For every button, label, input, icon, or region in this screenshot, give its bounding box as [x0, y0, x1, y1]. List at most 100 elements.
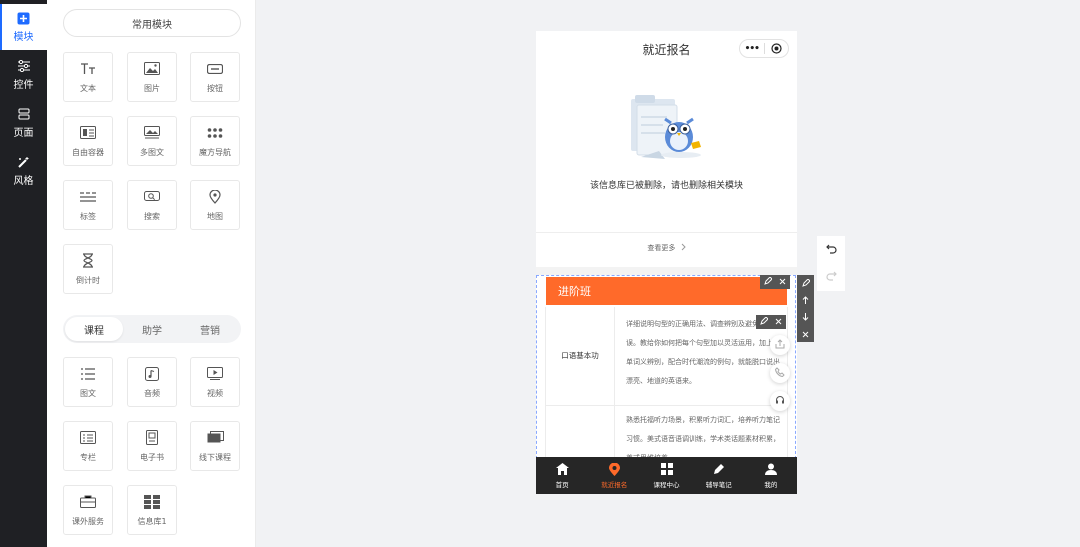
- tab-label: 首页: [555, 480, 569, 489]
- tab-nearby-signup[interactable]: 就近报名: [588, 457, 640, 494]
- close-icon[interactable]: [779, 278, 786, 287]
- phone-icon: [774, 366, 785, 380]
- course-table: 口语基本功 详细说明句型的正确用法、调查辨别及避免的错误。教给你如何把每个句型加…: [545, 307, 789, 467]
- delete-icon[interactable]: [802, 327, 809, 341]
- share-icon: [775, 338, 785, 352]
- map-pin-icon: [206, 189, 224, 205]
- history-controls: [817, 236, 845, 291]
- tile-label: 电子书: [140, 452, 164, 462]
- nav-item-modules[interactable]: 模块: [0, 4, 47, 50]
- tile-offline-course[interactable]: 线下课程: [190, 421, 240, 471]
- empty-folder-owl-icon: [631, 95, 701, 159]
- tile-label: 自由容器: [72, 147, 104, 157]
- tile-label: 多图文: [140, 147, 164, 157]
- page-title: 就近报名: [642, 42, 691, 57]
- edit-icon[interactable]: [801, 276, 811, 290]
- multi-image-text-icon: [143, 125, 161, 141]
- phone-preview: 就近报名 ••• 该信息库已被删除，请也删除相关模块 查看更多 进阶班 口语基本…: [536, 31, 797, 494]
- grid-dots-icon: [206, 125, 224, 141]
- text-icon: [79, 61, 97, 77]
- more-dots-icon[interactable]: •••: [740, 44, 764, 54]
- tile-free-container[interactable]: 自由容器: [63, 116, 113, 166]
- nav-label: 模块: [13, 32, 34, 43]
- tile-extra-service[interactable]: 课外服务: [63, 485, 113, 535]
- edit-icon[interactable]: [759, 316, 769, 327]
- database-icon: [143, 494, 161, 510]
- tab-label: 我的: [764, 480, 778, 489]
- tab-mine[interactable]: 我的: [745, 457, 797, 494]
- plus-square-icon: [17, 11, 31, 25]
- close-icon[interactable]: [775, 318, 782, 327]
- tab-course[interactable]: 课程: [65, 317, 123, 341]
- tile-ebook[interactable]: 电子书: [127, 421, 177, 471]
- tile-countdown[interactable]: 倒计时: [63, 244, 113, 294]
- tile-label-module[interactable]: 标签: [63, 180, 113, 230]
- location-icon: [608, 462, 621, 476]
- button-icon: [206, 61, 224, 77]
- tile-label: 音频: [144, 388, 160, 398]
- nav-item-style[interactable]: 风格: [0, 148, 47, 194]
- tab-course-center[interactable]: 课程中心: [640, 457, 692, 494]
- tile-label: 图片: [144, 83, 160, 93]
- tile-label: 标签: [80, 211, 96, 221]
- grid-icon: [660, 463, 673, 476]
- offline-course-icon: [206, 430, 224, 446]
- video-icon: [206, 366, 224, 382]
- support-button[interactable]: [770, 391, 790, 411]
- move-up-icon[interactable]: [802, 293, 809, 307]
- cell-toolbar: [756, 315, 786, 329]
- pages-icon: [17, 107, 31, 121]
- nav-label: 控件: [13, 80, 34, 91]
- tab-study-help[interactable]: 助学: [123, 317, 181, 341]
- empty-state-text: 该信息库已被删除，请也删除相关模块: [589, 181, 743, 191]
- tab-label: 就近报名: [601, 480, 628, 489]
- tile-button[interactable]: 按钮: [190, 52, 240, 102]
- module-toolbar: [760, 275, 790, 289]
- nav-label: 页面: [13, 128, 34, 139]
- nav-item-controls[interactable]: 控件: [0, 52, 47, 98]
- tile-multi-image-text[interactable]: 多图文: [127, 116, 177, 166]
- undo-icon[interactable]: [825, 243, 837, 257]
- tab-label: 课程中心: [653, 480, 680, 489]
- tile-cube-nav[interactable]: 魔方导航: [190, 116, 240, 166]
- edit-icon[interactable]: [763, 276, 773, 287]
- phone-button[interactable]: [770, 363, 790, 383]
- bottom-tabbar: 首页 就近报名 课程中心 辅导笔记 我的: [536, 457, 797, 494]
- tile-image[interactable]: 图片: [127, 52, 177, 102]
- tile-label: 信息库1: [137, 516, 167, 526]
- magic-wand-icon: [17, 155, 31, 169]
- ebook-icon: [143, 430, 161, 446]
- common-modules-header[interactable]: 常用模块: [63, 9, 241, 37]
- tab-marketing[interactable]: 营销: [181, 317, 239, 341]
- divider: [536, 232, 797, 233]
- headset-icon: [775, 394, 785, 408]
- tile-text[interactable]: 文本: [63, 52, 113, 102]
- tile-label: 文本: [80, 83, 96, 93]
- redo-icon[interactable]: [825, 270, 837, 284]
- tab-home[interactable]: 首页: [536, 457, 588, 494]
- tile-map[interactable]: 地图: [190, 180, 240, 230]
- tile-search[interactable]: 搜索: [127, 180, 177, 230]
- tile-audio[interactable]: 音频: [127, 357, 177, 407]
- close-target-icon[interactable]: [765, 43, 789, 54]
- share-button[interactable]: [770, 335, 790, 355]
- tile-video[interactable]: 视频: [190, 357, 240, 407]
- tab-tutoring-notes[interactable]: 辅导笔记: [693, 457, 745, 494]
- view-more-link[interactable]: 查看更多: [536, 243, 797, 253]
- module-panel: 常用模块 文本 图片 按钮 自由容器 多图文 魔方导航 标签 搜索 地图 倒计时: [47, 0, 256, 547]
- module-side-toolbar: [797, 275, 814, 342]
- tile-article[interactable]: 图文: [63, 357, 113, 407]
- user-icon: [764, 463, 777, 476]
- service-icon: [79, 494, 97, 510]
- tile-database[interactable]: 信息库1: [127, 485, 177, 535]
- tile-label: 按钮: [207, 83, 223, 93]
- tile-label: 图文: [80, 388, 96, 398]
- nav-item-pages[interactable]: 页面: [0, 100, 47, 146]
- chevron-right-icon: [681, 243, 686, 253]
- image-icon: [143, 61, 161, 77]
- module-gap: [536, 267, 797, 275]
- tile-column[interactable]: 专栏: [63, 421, 113, 471]
- container-icon: [79, 125, 97, 141]
- home-icon: [555, 463, 569, 476]
- move-down-icon[interactable]: [802, 310, 809, 324]
